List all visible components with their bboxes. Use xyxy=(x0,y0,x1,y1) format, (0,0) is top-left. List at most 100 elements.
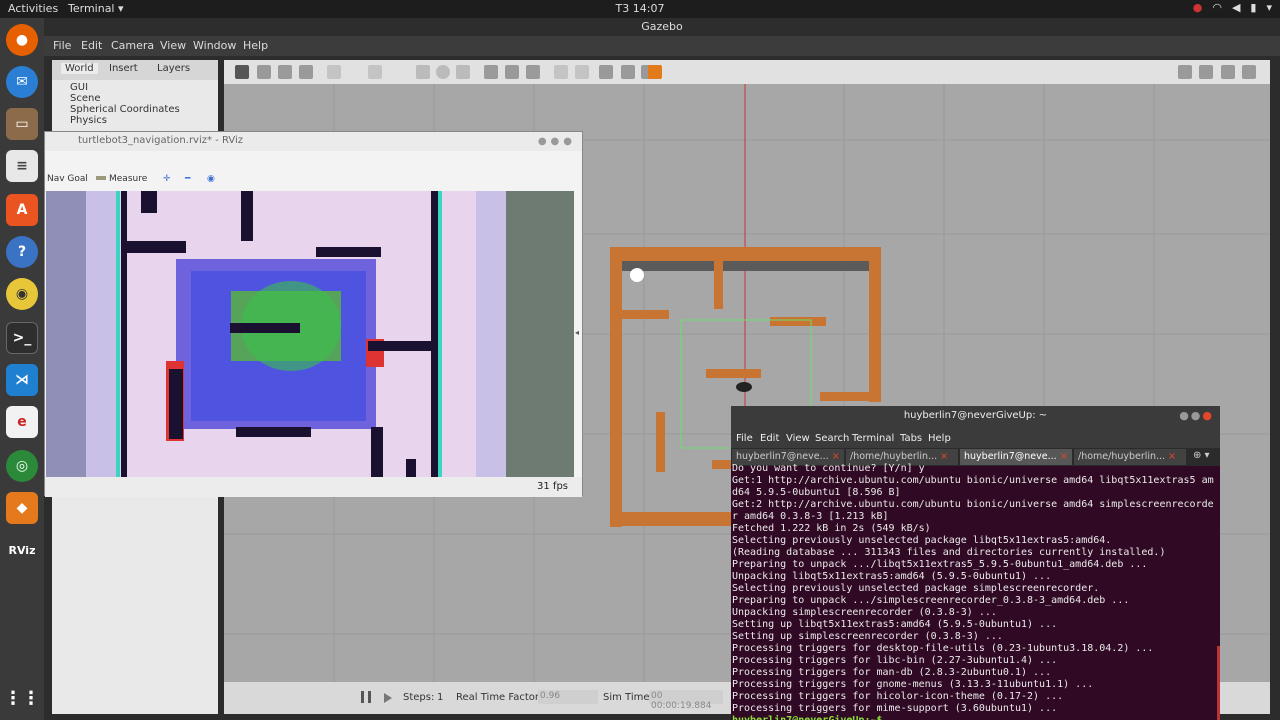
terminal-line: Selecting previously unselected package … xyxy=(732,535,1112,546)
terminal-line: Get:2 http://archive.ubuntu.com/ubuntu b… xyxy=(732,499,1214,510)
terminal-menu-search[interactable]: Search xyxy=(815,433,849,444)
directional-light-icon[interactable] xyxy=(526,65,540,79)
add-tool-icon[interactable]: ✛ xyxy=(163,174,171,184)
step-icon[interactable] xyxy=(384,693,392,703)
rviz-title: turtlebot3_navigation.rviz* - RViz xyxy=(45,132,582,151)
gazebo-title: Gazebo xyxy=(44,18,1280,36)
steps-value[interactable]: 1 xyxy=(437,692,443,703)
apps-grid-icon[interactable]: ⋮⋮ xyxy=(4,682,40,714)
dock: ● ✉ ▭ ≡ A ? ◉ >_ ⋊ e ◎ ◆ RViz ⋮⋮ xyxy=(0,18,44,720)
zotero-icon[interactable]: e xyxy=(6,406,38,438)
terminal-line: Fetched 1.222 kB in 2s (549 kB/s) xyxy=(732,523,931,534)
terminal-window-controls[interactable]: ●●● xyxy=(1179,409,1214,422)
layers-icon[interactable]: ◆ xyxy=(6,492,38,524)
rviz-window-controls[interactable]: ●●● xyxy=(538,136,576,147)
tree-item-physics[interactable]: Physics xyxy=(70,115,180,126)
terminal-output[interactable]: Do you want to continue? [Y/n] y Get:1 ht… xyxy=(732,463,1218,720)
measure-button[interactable]: Measure xyxy=(109,174,147,184)
tree-item-gui[interactable]: GUI xyxy=(70,82,180,93)
terminal-menu-help[interactable]: Help xyxy=(928,433,951,444)
menu-camera[interactable]: Camera xyxy=(111,39,154,52)
undo-icon[interactable] xyxy=(327,65,341,79)
files-icon[interactable]: ▭ xyxy=(6,108,38,140)
paste-icon[interactable] xyxy=(575,65,589,79)
rviz-toolbar: Nav Goal Measure ✛ ━ ◉ xyxy=(45,170,582,190)
rhythmbox-icon[interactable]: ◉ xyxy=(6,278,38,310)
new-tab-icon[interactable]: ⊕ ▾ xyxy=(1193,450,1210,461)
video-icon[interactable] xyxy=(1242,65,1256,79)
point-light-icon[interactable] xyxy=(484,65,498,79)
power-icon[interactable]: ▾ xyxy=(1266,1,1272,14)
terminal-line: Preparing to unpack .../simplescreenreco… xyxy=(732,595,1130,606)
change-view-icon[interactable] xyxy=(648,65,662,79)
terminal-prompt[interactable]: huyberlin7@neverGiveUp:~$ xyxy=(732,715,1218,720)
terminal-line: d64 5.9.5-0ubuntu1 [8.596 B] xyxy=(732,487,901,498)
rviz-status-bar: 31 fps xyxy=(45,477,582,497)
menu-help[interactable]: Help xyxy=(243,39,268,52)
tab-insert[interactable]: Insert xyxy=(109,63,138,74)
align-icon[interactable] xyxy=(599,65,613,79)
costmap xyxy=(46,191,574,477)
settings-tool-icon[interactable]: ◉ xyxy=(207,174,215,184)
terminal-scrollbar[interactable] xyxy=(1217,646,1220,720)
cylinder-icon[interactable] xyxy=(456,65,470,79)
terminal-menu-edit[interactable]: Edit xyxy=(760,433,779,444)
spot-light-icon[interactable] xyxy=(505,65,519,79)
terminal-menu-terminal[interactable]: Terminal xyxy=(852,433,894,444)
indicator-icon[interactable]: ● xyxy=(1193,1,1203,14)
menu-edit[interactable]: Edit xyxy=(81,39,102,52)
plot-icon[interactable] xyxy=(1221,65,1235,79)
text-editor-icon[interactable]: ≡ xyxy=(6,150,38,182)
close-tab-icon[interactable]: × xyxy=(940,451,948,462)
gazebo-menubar: File Edit Camera View Window Help xyxy=(44,36,1280,56)
menu-window[interactable]: Window xyxy=(193,39,236,52)
close-tab-icon[interactable]: × xyxy=(832,451,840,462)
close-tab-icon[interactable]: × xyxy=(1168,451,1176,462)
remove-tool-icon[interactable]: ━ xyxy=(185,174,190,184)
help-icon[interactable]: ? xyxy=(6,236,38,268)
sphere-icon[interactable] xyxy=(436,65,450,79)
redo-icon[interactable] xyxy=(368,65,382,79)
volume-icon[interactable]: ◀ xyxy=(1232,1,1240,14)
close-tab-icon[interactable]: × xyxy=(1060,451,1068,462)
chrome-icon[interactable]: ◎ xyxy=(6,450,38,482)
wifi-icon[interactable]: ◠ xyxy=(1212,1,1222,14)
copy-icon[interactable] xyxy=(554,65,568,79)
screenshot-icon[interactable] xyxy=(1178,65,1192,79)
tree-item-spherical-coordinates[interactable]: Spherical Coordinates xyxy=(70,104,180,115)
system-tray[interactable]: ● ◠ ◀ ▮ ▾ xyxy=(1193,1,1272,14)
rviz-collapse-handle[interactable]: ◂ xyxy=(575,328,579,337)
terminal-icon[interactable]: >_ xyxy=(6,322,38,354)
terminal-line: Processing triggers for man-db (2.8.3-2u… xyxy=(732,667,1052,678)
tree-item-scene[interactable]: Scene xyxy=(70,93,180,104)
terminal-menu-tabs[interactable]: Tabs xyxy=(900,433,922,444)
battery-icon[interactable]: ▮ xyxy=(1250,1,1256,14)
nav-goal-button[interactable]: Nav Goal xyxy=(47,174,88,184)
clock[interactable]: T3 14:07 xyxy=(0,2,1280,15)
terminal-line: (Reading database ... 311343 files and d… xyxy=(732,547,1166,558)
steps-label: Steps: xyxy=(403,692,435,703)
software-center-icon[interactable]: A xyxy=(6,194,38,226)
snap-icon[interactable] xyxy=(621,65,635,79)
terminal-line: Do you want to continue? [Y/n] y xyxy=(732,463,925,474)
terminal-menu-view[interactable]: View xyxy=(786,433,810,444)
log-icon[interactable] xyxy=(1199,65,1213,79)
pause-icon[interactable] xyxy=(361,691,371,703)
firefox-icon[interactable]: ● xyxy=(6,24,38,56)
translate-tool-icon[interactable] xyxy=(257,65,271,79)
tab-world[interactable]: World xyxy=(61,63,98,74)
rviz-icon[interactable]: RViz xyxy=(6,534,38,566)
terminal-line: Setting up simplescreenrecorder (0.3.8-3… xyxy=(732,631,1003,642)
terminal-line: r amd64 0.3.8-3 [1.213 kB] xyxy=(732,511,889,522)
box-icon[interactable] xyxy=(416,65,430,79)
rotate-tool-icon[interactable] xyxy=(278,65,292,79)
vscode-icon[interactable]: ⋊ xyxy=(6,364,38,396)
scale-tool-icon[interactable] xyxy=(299,65,313,79)
menu-file[interactable]: File xyxy=(53,39,71,52)
thunderbird-icon[interactable]: ✉ xyxy=(6,66,38,98)
select-tool-icon[interactable] xyxy=(235,65,249,79)
tab-layers[interactable]: Layers xyxy=(157,63,190,74)
menu-view[interactable]: View xyxy=(160,39,186,52)
terminal-menu-file[interactable]: File xyxy=(736,433,753,444)
rviz-map-view[interactable] xyxy=(46,191,574,477)
